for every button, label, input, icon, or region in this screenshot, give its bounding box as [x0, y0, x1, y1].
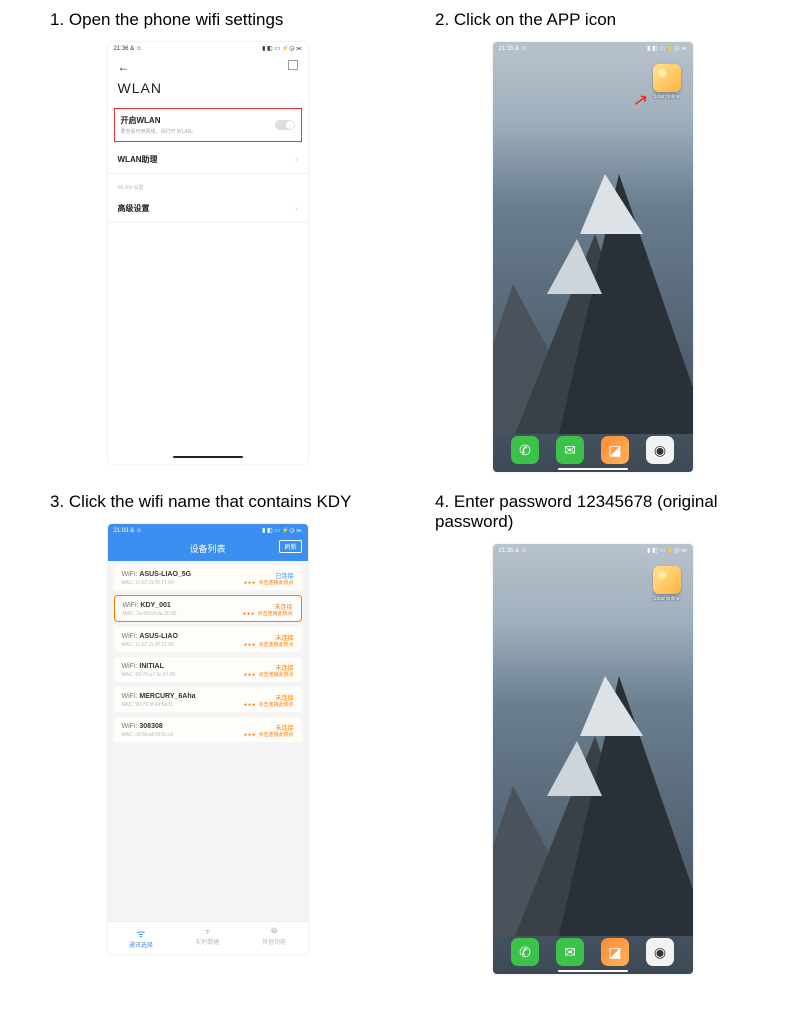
- status-bar: 21:35 & ☺ ▮ ◧ ▭ ⚡◶ ⫘: [493, 42, 693, 56]
- wlan-toggle-label: 开启WLAN: [121, 115, 197, 126]
- step-4-caption: 4. Enter password 12345678 (original pas…: [435, 492, 780, 532]
- status-time: 21:35 & ☺: [499, 548, 527, 554]
- step-1-caption: 1. Open the phone wifi settings: [50, 10, 395, 30]
- step-3-caption: 3. Click the wifi name that contains KDY: [50, 492, 395, 512]
- wifi-card[interactable]: WiFi: INITIALMAC: 60:76:a7:3c:07:90未连接点击…: [114, 657, 302, 682]
- user-icon: ⛯: [262, 926, 286, 937]
- refresh-button[interactable]: 刷新: [279, 540, 301, 553]
- solar-app-shortcut[interactable]: Solar online: [653, 566, 681, 602]
- app-header: 设备列表 刷新: [108, 538, 308, 561]
- wifi-hint: 点击连接此热点: [244, 641, 293, 648]
- status-icons: ▮ ◧ ▭ ⚡◶ ⫘: [262, 527, 301, 535]
- screenshot-homescreen: 21:35 & ☺ ▮ ◧ ▭ ⚡◶ ⫘ Solar online ↗ ✆: [493, 42, 693, 472]
- bottom-tabs: ᯤ 通讯选择 ⫟ 实时数据 ⛯ 其他功能: [108, 921, 308, 951]
- wifi-card[interactable]: WiFi: ASUS-LIAOMAC: 1c:b7:2c:f0:71:60未连接…: [114, 627, 302, 652]
- status-icons: ▮ ◧ ▭ ⚡◶ ⫘: [262, 45, 301, 53]
- chevron-right-icon: ›: [295, 204, 298, 213]
- wifi-card[interactable]: WiFi: MERCURY_6AhaMAC: 90:76:9f:4d:6a:f1…: [114, 687, 302, 712]
- wifi-list: WiFi: ASUS-LIAO_5GMAC: 1c:b7:2c:f0:71:64…: [108, 561, 308, 921]
- toggle-switch[interactable]: [275, 120, 295, 130]
- status-bar: 21:35 & ☺ ▮ ◧ ▭ ⚡◶ ⫘: [493, 544, 693, 558]
- wifi-icon: ᯤ: [129, 926, 153, 940]
- tab-connection[interactable]: ᯤ 通讯选择: [129, 926, 153, 949]
- status-icons: ▮ ◧ ▭ ⚡◶ ⫘: [647, 547, 686, 555]
- solar-app-icon[interactable]: [653, 566, 681, 594]
- wlan-assist-row[interactable]: WLAN助理 ›: [108, 146, 308, 174]
- wifi-name: WiFi: ASUS-LIAO: [122, 633, 294, 640]
- wifi-card[interactable]: WiFi: KDY_001MAC: 2a:6d:cd:da:30:d0未连接点击…: [114, 595, 302, 622]
- back-icon[interactable]: ←: [118, 60, 130, 74]
- dock: ✆ ✉ ◪ ◉: [493, 934, 693, 970]
- home-indicator[interactable]: [173, 456, 243, 458]
- wechat-app-icon[interactable]: ✉: [556, 938, 584, 966]
- camera-app-icon[interactable]: ◉: [646, 436, 674, 464]
- status-icons: ▮ ◧ ▭ ⚡◶ ⫘: [647, 45, 686, 53]
- solar-app-label: Solar online: [653, 94, 681, 100]
- tab-other[interactable]: ⛯ 其他功能: [262, 926, 286, 949]
- tab-label: 通讯选择: [129, 943, 153, 949]
- wlan-section-label: WLAN 设置: [108, 174, 308, 195]
- wifi-card[interactable]: WiFi: ASUS-LIAO_5GMAC: 1c:b7:2c:f0:71:64…: [114, 565, 302, 590]
- home-indicator[interactable]: [558, 468, 628, 470]
- status-time: 21:36 & ☺: [114, 46, 142, 52]
- notes-app-icon[interactable]: ◪: [601, 938, 629, 966]
- wifi-name: WiFi: ASUS-LIAO_5G: [122, 571, 294, 578]
- screenshot-homescreen-2: 21:35 & ☺ ▮ ◧ ▭ ⚡◶ ⫘ Solar online ✆ ✉: [493, 544, 693, 974]
- wifi-hint: 点击连接此热点: [244, 731, 293, 738]
- qr-icon[interactable]: [288, 60, 298, 70]
- wifi-name: WiFi: MERCURY_6Aha: [122, 693, 294, 700]
- wechat-app-icon[interactable]: ✉: [556, 436, 584, 464]
- tab-realtime[interactable]: ⫟ 实时数据: [195, 926, 219, 949]
- wlan-assist-label: WLAN助理: [118, 154, 158, 165]
- phone-app-icon[interactable]: ✆: [511, 938, 539, 966]
- wlan-page-title: WLAN: [108, 76, 308, 104]
- status-bar: 21:36 & ☺ ▮ ◧ ▭ ⚡◶ ⫘: [108, 42, 308, 56]
- app-header-title: 设备列表: [189, 544, 225, 554]
- solar-app-shortcut[interactable]: Solar online: [653, 64, 681, 100]
- wifi-name: WiFi: INITIAL: [122, 663, 294, 670]
- wlan-toggle-sub: 要查看可用网络，请打开 WLAN。: [121, 128, 197, 135]
- wallpaper-mountain: [493, 635, 693, 936]
- tab-label: 实时数据: [195, 940, 219, 946]
- camera-app-icon[interactable]: ◉: [646, 938, 674, 966]
- wlan-advanced-label: 高级设置: [118, 203, 150, 214]
- wifi-hint: 点击连接此热点: [244, 701, 293, 708]
- solar-app-label: Solar online: [653, 596, 681, 602]
- solar-app-icon[interactable]: [653, 64, 681, 92]
- status-time: 21:35 & ☺: [499, 46, 527, 52]
- status-time: 21:03 & ☺: [114, 528, 142, 534]
- wifi-hint: 点击连接此热点: [244, 671, 293, 678]
- wlan-toggle-row[interactable]: 开启WLAN 要查看可用网络，请打开 WLAN。: [114, 108, 302, 142]
- screenshot-wlan-settings: 21:36 & ☺ ▮ ◧ ▭ ⚡◶ ⫘ ← WLAN 开启WLAN 要查看可用…: [108, 42, 308, 464]
- tab-label: 其他功能: [262, 940, 286, 946]
- wallpaper-mountain: [493, 133, 693, 434]
- annotation-arrow-icon: ↗: [632, 89, 651, 112]
- wifi-card[interactable]: WiFi: 308308MAC: c8:5b:a0:5f:5c:c0未连接点击连…: [114, 717, 302, 742]
- notes-app-icon[interactable]: ◪: [601, 436, 629, 464]
- wifi-hint: 点击连接此热点: [244, 579, 293, 586]
- status-bar: 21:03 & ☺ ▮ ◧ ▭ ⚡◶ ⫘: [108, 524, 308, 538]
- wifi-name: WiFi: 308308: [122, 723, 294, 730]
- wifi-name: WiFi: KDY_001: [123, 602, 293, 609]
- step-2-caption: 2. Click on the APP icon: [435, 10, 780, 30]
- chevron-right-icon: ›: [295, 155, 298, 164]
- wifi-hint: 点击连接此热点: [243, 610, 292, 617]
- home-indicator[interactable]: [558, 970, 628, 972]
- phone-app-icon[interactable]: ✆: [511, 436, 539, 464]
- screenshot-wifi-list-app: 21:03 & ☺ ▮ ◧ ▭ ⚡◶ ⫘ 设备列表 刷新 WiFi: ASUS-…: [108, 524, 308, 954]
- wlan-advanced-row[interactable]: 高级设置 ›: [108, 195, 308, 223]
- dock: ✆ ✉ ◪ ◉: [493, 432, 693, 468]
- chart-icon: ⫟: [195, 926, 219, 937]
